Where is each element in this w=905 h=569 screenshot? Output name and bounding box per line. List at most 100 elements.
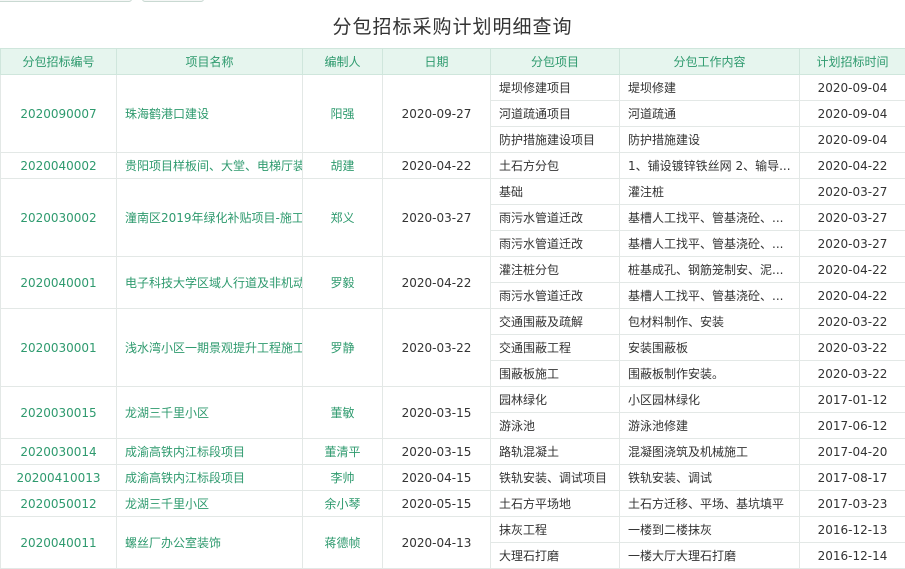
cell-maker: 董敏 <box>302 386 383 439</box>
column-header-subproject[interactable]: 分包项目 <box>490 48 620 75</box>
cell-code[interactable]: 2020040002 <box>0 152 117 179</box>
cell-plan-time: 2017-01-12 <box>799 386 905 413</box>
cell-date: 2020-03-15 <box>382 438 491 465</box>
cell-date: 2020-04-22 <box>382 256 491 309</box>
cell-date: 2020-03-27 <box>382 178 491 257</box>
cell-plan-time: 2020-03-22 <box>799 334 905 361</box>
table-row[interactable]: 20200410013 成渝高铁内江标段项目 李帅 2020-04-15 铁轨安装、调试… <box>0 464 905 491</box>
cell-date: 2020-04-15 <box>382 464 491 491</box>
column-header-code[interactable]: 分包招标编号 <box>0 48 117 75</box>
table-row[interactable]: 2020030002 潼南区2019年绿化补贴项目-施工 郑义 2020-03-27 基… <box>0 178 905 257</box>
cell-subproject: 大理石打磨 <box>490 542 620 569</box>
cell-subproject: 防护措施建设项目 <box>490 126 620 153</box>
cell-subproject: 雨污水管道迁改 <box>490 230 620 257</box>
table-header-row: 分包招标编号 项目名称 编制人 日期 分包项目 分包工作内容 计划招标时间 <box>0 48 905 75</box>
cell-plan-time: 2020-09-04 <box>799 100 905 127</box>
cell-work-content: 防护措施建设 <box>619 126 800 153</box>
cell-plan-time: 2020-09-04 <box>799 126 905 153</box>
cell-project-name[interactable]: 电子科技大学区域人行道及非机动 <box>116 256 303 309</box>
cell-work-content: 基槽人工找平、管基浇砼、... <box>619 282 800 309</box>
cell-plan-time: 2020-03-27 <box>799 230 905 257</box>
cell-subproject: 灌注桩分包 <box>490 256 620 283</box>
cell-code[interactable]: 2020030002 <box>0 178 117 257</box>
table-row[interactable]: 2020050012 龙湖三千里小区 余小琴 2020-05-15 土石方平场地 土石方迁… <box>0 490 905 517</box>
table-body: 2020090007 珠海鹤港口建设 阳强 2020-09-27 堤坝修建项目 堤坝修建 2… <box>0 74 905 569</box>
toolbar-button-partial[interactable] <box>0 0 132 2</box>
cell-plan-time: 2017-06-12 <box>799 412 905 439</box>
cell-project-name[interactable]: 贵阳项目样板间、大堂、电梯厅装 <box>116 152 303 179</box>
cell-work-content: 堤坝修建 <box>619 74 800 101</box>
cell-subproject: 基础 <box>490 178 620 205</box>
cell-work-content: 桩基成孔、钢筋笼制安、泥... <box>619 256 800 283</box>
cell-date: 2020-09-27 <box>382 74 491 153</box>
cell-plan-time: 2020-03-27 <box>799 204 905 231</box>
cell-date: 2020-03-15 <box>382 386 491 439</box>
cell-maker: 罗毅 <box>302 256 383 309</box>
cell-work-content: 基槽人工找平、管基浇砼、... <box>619 230 800 257</box>
cell-maker: 罗静 <box>302 308 383 387</box>
cell-code[interactable]: 2020030001 <box>0 308 117 387</box>
table-row[interactable]: 2020040001 电子科技大学区域人行道及非机动 罗毅 2020-04-22 灌注桩… <box>0 256 905 309</box>
cell-code[interactable]: 2020090007 <box>0 74 117 153</box>
cell-subproject: 围蔽板施工 <box>490 360 620 387</box>
cell-subproject: 河道疏通项目 <box>490 100 620 127</box>
cell-plan-time: 2020-03-22 <box>799 360 905 387</box>
cell-project-name[interactable]: 龙湖三千里小区 <box>116 490 303 517</box>
toolbar-button-partial-2[interactable] <box>142 0 204 2</box>
cell-work-content: 一楼到二楼抹灰 <box>619 516 800 543</box>
cell-date: 2020-04-22 <box>382 152 491 179</box>
table-row[interactable]: 2020030001 浅水湾小区一期景观提升工程施工 罗静 2020-03-22 交通围… <box>0 308 905 387</box>
cell-work-content: 安装围蔽板 <box>619 334 800 361</box>
cell-subproject: 园林绿化 <box>490 386 620 413</box>
cell-maker: 余小琴 <box>302 490 383 517</box>
cell-work-content: 混凝图浇筑及机械施工 <box>619 438 800 465</box>
cell-plan-time: 2020-04-22 <box>799 256 905 283</box>
cell-code[interactable]: 2020030014 <box>0 438 117 465</box>
cell-plan-time: 2020-09-04 <box>799 74 905 101</box>
cell-work-content: 基槽人工找平、管基浇砼、... <box>619 204 800 231</box>
cell-work-content: 河道疏通 <box>619 100 800 127</box>
cell-work-content: 一楼大厅大理石打磨 <box>619 542 800 569</box>
table-row[interactable]: 2020040002 贵阳项目样板间、大堂、电梯厅装 胡建 2020-04-22 土石方… <box>0 152 905 179</box>
column-header-maker[interactable]: 编制人 <box>302 48 383 75</box>
cell-project-name[interactable]: 成渝高铁内江标段项目 <box>116 438 303 465</box>
cell-work-content: 游泳池修建 <box>619 412 800 439</box>
column-header-project-name[interactable]: 项目名称 <box>116 48 303 75</box>
cell-plan-time: 2017-03-23 <box>799 490 905 517</box>
cell-work-content: 铁轨安装、调试 <box>619 464 800 491</box>
cell-code[interactable]: 2020040011 <box>0 516 117 569</box>
cell-code[interactable]: 2020040001 <box>0 256 117 309</box>
cell-project-name[interactable]: 珠海鹤港口建设 <box>116 74 303 153</box>
column-header-work-content[interactable]: 分包工作内容 <box>619 48 800 75</box>
table-row[interactable]: 2020030014 成渝高铁内江标段项目 董清平 2020-03-15 路轨混凝土 混凝… <box>0 438 905 465</box>
cell-plan-time: 2020-04-22 <box>799 152 905 179</box>
cell-maker: 李帅 <box>302 464 383 491</box>
cell-subproject: 雨污水管道迁改 <box>490 204 620 231</box>
cell-code[interactable]: 20200410013 <box>0 464 117 491</box>
table-row[interactable]: 2020040011 螺丝厂办公室装饰 蒋德帧 2020-04-13 抹灰工程 一楼到二楼… <box>0 516 905 569</box>
cell-date: 2020-03-22 <box>382 308 491 387</box>
plan-detail-table: 分包招标编号 项目名称 编制人 日期 分包项目 分包工作内容 计划招标时间 20… <box>0 48 905 569</box>
cell-subproject: 抹灰工程 <box>490 516 620 543</box>
cell-work-content: 1、铺设镀锌铁丝网 2、输导... <box>619 152 800 179</box>
cell-work-content: 小区园林绿化 <box>619 386 800 413</box>
cell-subproject: 雨污水管道迁改 <box>490 282 620 309</box>
column-header-plan-time[interactable]: 计划招标时间 <box>799 48 905 75</box>
cell-plan-time: 2020-03-22 <box>799 308 905 335</box>
cell-subproject: 土石方平场地 <box>490 490 620 517</box>
cell-project-name[interactable]: 螺丝厂办公室装饰 <box>116 516 303 569</box>
cell-project-name[interactable]: 成渝高铁内江标段项目 <box>116 464 303 491</box>
cell-subproject: 土石方分包 <box>490 152 620 179</box>
cell-project-name[interactable]: 龙湖三千里小区 <box>116 386 303 439</box>
cell-code[interactable]: 2020030015 <box>0 386 117 439</box>
table-row[interactable]: 2020090007 珠海鹤港口建设 阳强 2020-09-27 堤坝修建项目 堤坝修建 2… <box>0 74 905 153</box>
table-row[interactable]: 2020030015 龙湖三千里小区 董敏 2020-03-15 园林绿化 小区园林绿化 2… <box>0 386 905 439</box>
cell-code[interactable]: 2020050012 <box>0 490 117 517</box>
cell-project-name[interactable]: 浅水湾小区一期景观提升工程施工 <box>116 308 303 387</box>
cell-project-name[interactable]: 潼南区2019年绿化补贴项目-施工 <box>116 178 303 257</box>
cell-subproject: 交通围蔽及疏解 <box>490 308 620 335</box>
cell-subproject: 交通围蔽工程 <box>490 334 620 361</box>
column-header-date[interactable]: 日期 <box>382 48 491 75</box>
cell-maker: 蒋德帧 <box>302 516 383 569</box>
cell-work-content: 灌注桩 <box>619 178 800 205</box>
